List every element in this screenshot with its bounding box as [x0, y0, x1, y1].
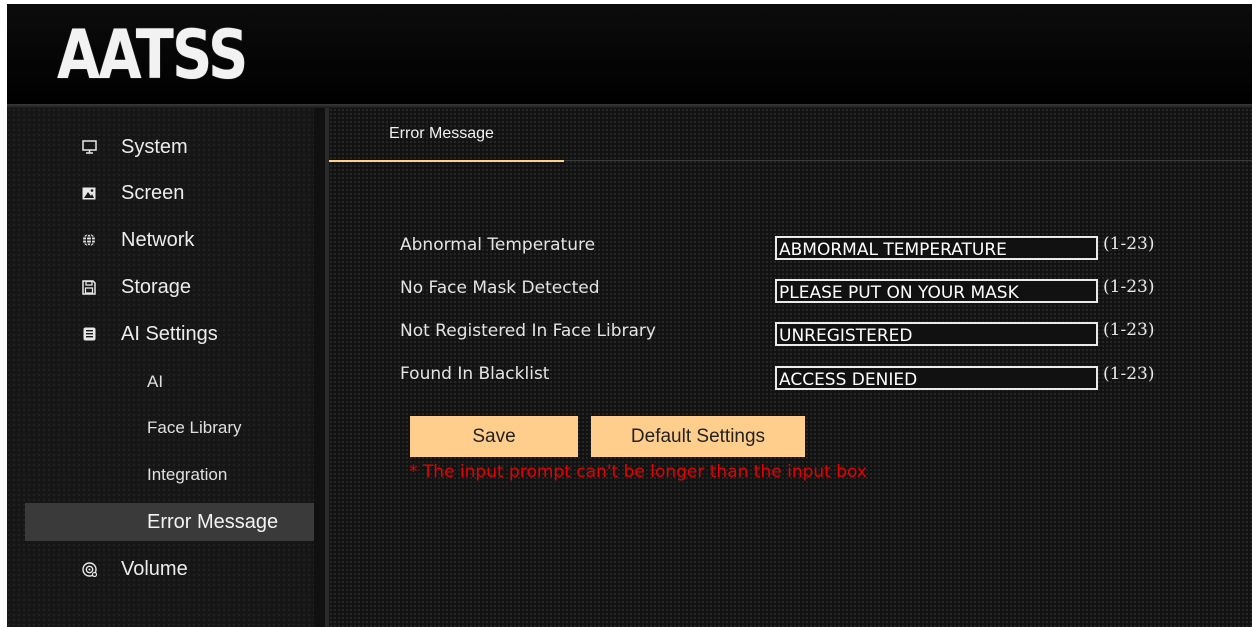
input-length-warning: * The input prompt can't be longer than …: [409, 462, 867, 482]
sidebar-item-label: AI Settings: [121, 322, 218, 345]
sidebar-scrollbar-track[interactable]: [314, 108, 325, 627]
input-not-registered[interactable]: UNREGISTERED: [775, 322, 1098, 346]
input-abnormal-temperature[interactable]: ABMORMAL TEMPERATURE: [775, 236, 1098, 260]
header-bar: AATSS: [7, 4, 1252, 104]
sidebar-item-label: Network: [121, 228, 195, 251]
sidebar-subitem-face-library[interactable]: Face Library: [25, 409, 314, 447]
range-hint: (1-23): [1103, 320, 1155, 340]
tab-divider: [564, 160, 1252, 161]
label-no-face-mask: No Face Mask Detected: [400, 278, 600, 298]
input-no-face-mask[interactable]: PLEASE PUT ON YOUR MASK: [775, 279, 1098, 303]
range-hint: (1-23): [1103, 277, 1155, 297]
save-button[interactable]: Save: [410, 416, 578, 457]
tab-error-message[interactable]: Error Message: [329, 108, 564, 160]
ai-chip-icon: [81, 326, 97, 342]
label-abnormal-temperature: Abnormal Temperature: [400, 235, 596, 255]
sidebar-item-volume[interactable]: Volume: [7, 549, 307, 589]
label-found-in-blacklist: Found In Blacklist: [400, 364, 550, 384]
tab-label: Error Message: [389, 125, 494, 142]
app-window: AATSS System Screen Network Storage AI S…: [7, 4, 1252, 627]
aatss-logo: AATSS: [57, 16, 248, 95]
sidebar-subitem-label: AI: [147, 372, 164, 391]
globe-icon: [81, 232, 97, 248]
sidebar-item-label: Storage: [121, 275, 192, 298]
speaker-icon: [81, 561, 97, 577]
label-not-registered: Not Registered In Face Library: [400, 321, 656, 341]
range-hint: (1-23): [1103, 364, 1155, 384]
sidebar-item-screen[interactable]: Screen: [7, 173, 307, 213]
sidebar-subitem-ai[interactable]: AI: [25, 363, 314, 401]
sidebar-item-system[interactable]: System: [7, 127, 307, 167]
sidebar-item-storage[interactable]: Storage: [7, 267, 307, 307]
sidebar-item-network[interactable]: Network: [7, 220, 307, 260]
floppy-disk-icon: [81, 279, 97, 295]
image-icon: [81, 185, 97, 201]
sidebar-subitem-integration[interactable]: Integration: [25, 456, 314, 494]
sidebar-item-label: Screen: [121, 181, 185, 204]
active-tab-indicator: [329, 160, 564, 162]
sidebar-subitem-label: Face Library: [147, 418, 242, 437]
range-hint: (1-23): [1103, 234, 1155, 254]
monitor-icon: [81, 139, 97, 155]
main-panel: Error Message Abnormal Temperature ABMOR…: [329, 108, 1252, 627]
sidebar-item-label: Volume: [121, 557, 188, 580]
sidebar-item-ai-settings[interactable]: AI Settings: [7, 314, 307, 354]
sidebar-subitem-label: Error Message: [147, 510, 279, 533]
sidebar-item-label: System: [121, 135, 188, 158]
input-found-in-blacklist[interactable]: ACCESS DENIED: [775, 366, 1098, 390]
sidebar-subitem-error-message[interactable]: Error Message: [25, 503, 314, 541]
sidebar-subitem-label: Integration: [147, 465, 228, 484]
default-settings-button[interactable]: Default Settings: [591, 416, 805, 457]
